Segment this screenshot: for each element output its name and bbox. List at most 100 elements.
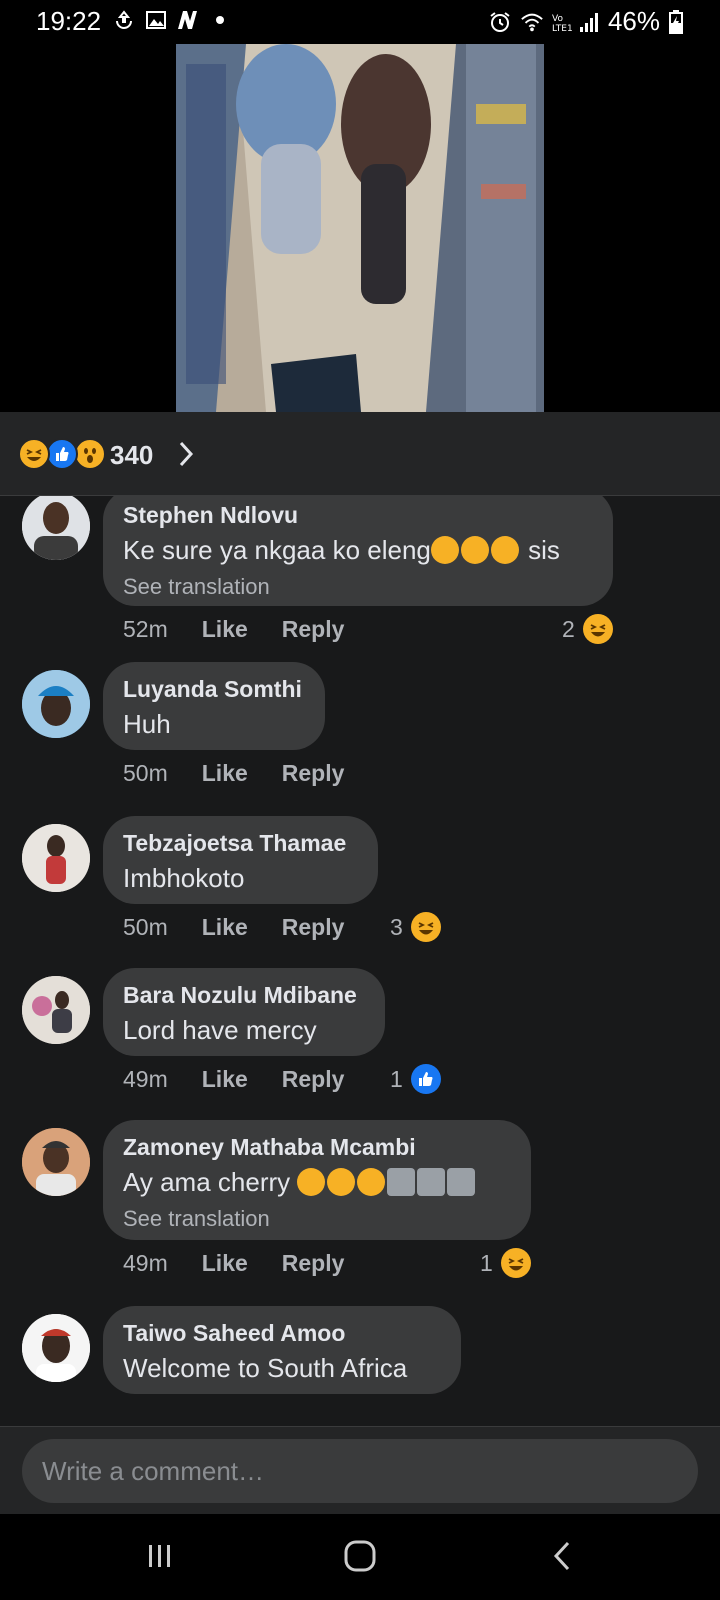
comment-time: 52m <box>123 616 168 642</box>
like-button[interactable]: Like <box>202 1066 248 1093</box>
commenter-name[interactable]: Stephen Ndlovu <box>123 502 593 529</box>
commenter-name[interactable]: Bara Nozulu Mdibane <box>123 982 365 1009</box>
sync-icon <box>112 8 136 32</box>
status-left-icons <box>112 8 232 32</box>
comment-text: Lord have mercy <box>123 1015 317 1045</box>
video-frame[interactable] <box>176 44 544 412</box>
avatar[interactable] <box>22 670 90 738</box>
comment-composer <box>0 1426 720 1514</box>
haha-reaction-icon <box>582 614 613 644</box>
comment-reactions[interactable]: 1 <box>480 1248 531 1278</box>
rofl-emoji-icon <box>297 1168 326 1196</box>
n-app-icon <box>176 8 200 32</box>
like-button[interactable]: Like <box>202 760 248 787</box>
see-translation-link[interactable]: See translation <box>123 574 593 600</box>
see-translation-link[interactable]: See translation <box>123 1206 511 1232</box>
reactions-bar[interactable]: 340 <box>0 412 720 496</box>
haha-reaction-icon <box>18 438 50 470</box>
comment-bubble[interactable]: Bara Nozulu Mdibane Lord have mercy <box>103 968 385 1056</box>
comments-list[interactable]: Stephen Ndlovu Ke sure ya nkgaa ko eleng… <box>0 496 720 1426</box>
tornado-emoji-icon <box>387 1168 416 1196</box>
reaction-count[interactable]: 340 <box>110 440 153 471</box>
comment-reaction-count: 2 <box>562 615 575 642</box>
reply-button[interactable]: Reply <box>282 1250 345 1277</box>
avatar[interactable] <box>22 976 90 1044</box>
comment-text: Ke sure ya nkgaa ko eleng sis <box>123 535 593 566</box>
comment-reactions[interactable]: 2 <box>562 614 613 644</box>
rofl-emoji-icon <box>460 536 489 564</box>
reply-button[interactable]: Reply <box>282 1066 345 1093</box>
tornado-emoji-icon <box>417 1168 446 1196</box>
rofl-emoji-icon <box>357 1168 386 1196</box>
comment-text-part: sis <box>520 535 560 565</box>
avatar[interactable] <box>22 1128 90 1196</box>
comment-reaction-count: 3 <box>390 913 403 940</box>
comment-text: Huh <box>123 709 171 739</box>
reply-button[interactable]: Reply <box>282 760 345 787</box>
comment-bubble[interactable]: Zamoney Mathaba Mcambi Ay ama cherry See… <box>103 1120 531 1240</box>
rofl-emoji-icon <box>490 536 519 564</box>
svg-text:LTE1: LTE1 <box>552 24 573 33</box>
comment-text: Imbhokoto <box>123 863 245 893</box>
comment-actions: 49m Like Reply <box>123 1066 344 1093</box>
comment-actions: 49m Like Reply <box>123 1250 344 1277</box>
comment-bubble[interactable]: Tebzajoetsa Thamae Imbhokoto <box>103 816 378 904</box>
back-icon[interactable] <box>532 1534 592 1578</box>
wow-reaction-icon <box>74 438 106 470</box>
avatar[interactable] <box>22 1314 90 1382</box>
commenter-name[interactable]: Luyanda Somthi <box>123 676 305 703</box>
haha-reaction-icon <box>410 912 441 942</box>
chevron-right-icon[interactable] <box>176 440 196 468</box>
home-icon[interactable] <box>330 1534 390 1578</box>
status-bar: 19:22 Vo LTE1 46% <box>0 0 720 44</box>
reaction-emoji-stack <box>18 438 108 470</box>
comment-reactions[interactable]: 3 <box>390 912 441 942</box>
video-player[interactable] <box>0 44 720 412</box>
gallery-icon <box>144 8 168 32</box>
svg-text:Vo: Vo <box>552 14 563 24</box>
comment-bubble[interactable]: Taiwo Saheed Amoo Welcome to South Afric… <box>103 1306 461 1394</box>
comment-input[interactable] <box>22 1439 698 1503</box>
reply-button[interactable]: Reply <box>282 616 345 643</box>
comment-bubble[interactable]: Stephen Ndlovu Ke sure ya nkgaa ko eleng… <box>103 496 613 606</box>
comment-reaction-count: 1 <box>390 1065 403 1092</box>
commenter-name[interactable]: Tebzajoetsa Thamae <box>123 830 358 857</box>
comment-bubble[interactable]: Luyanda Somthi Huh <box>103 662 325 750</box>
like-button[interactable]: Like <box>202 616 248 643</box>
status-right-icons: Vo LTE1 46% <box>488 6 684 37</box>
reply-button[interactable]: Reply <box>282 914 345 941</box>
wifi-icon <box>520 10 544 34</box>
avatar[interactable] <box>22 496 90 560</box>
commenter-name[interactable]: Taiwo Saheed Amoo <box>123 1320 441 1347</box>
like-reaction-icon <box>46 438 78 470</box>
haha-reaction-icon <box>500 1248 531 1278</box>
dot-icon <box>208 8 232 32</box>
comment-reactions[interactable]: 1 <box>390 1064 441 1094</box>
comment-text: Welcome to South Africa <box>123 1353 408 1383</box>
comment-actions: 52m Like Reply <box>123 616 344 643</box>
avatar[interactable] <box>22 824 90 892</box>
comment-text-part: Ay ama cherry <box>123 1167 298 1197</box>
tornado-emoji-icon <box>447 1168 476 1196</box>
comment-reaction-count: 1 <box>480 1249 493 1276</box>
comment-text: Ay ama cherry <box>123 1167 511 1198</box>
volte-signal-icon: Vo LTE1 <box>552 10 600 34</box>
system-nav-bar <box>0 1514 720 1600</box>
commenter-name[interactable]: Zamoney Mathaba Mcambi <box>123 1134 511 1161</box>
comment-time: 50m <box>123 914 168 940</box>
comment-time: 49m <box>123 1250 168 1276</box>
rofl-emoji-icon <box>327 1168 356 1196</box>
comment-time: 50m <box>123 760 168 786</box>
comment-actions: 50m Like Reply <box>123 760 344 787</box>
rofl-emoji-icon <box>430 536 459 564</box>
status-time: 19:22 <box>36 6 102 36</box>
recent-apps-icon[interactable] <box>130 1534 190 1578</box>
comment-actions: 50m Like Reply <box>123 914 344 941</box>
comment-text-part: Ke sure ya nkgaa ko eleng <box>123 535 431 565</box>
like-button[interactable]: Like <box>202 914 248 941</box>
like-button[interactable]: Like <box>202 1250 248 1277</box>
alarm-icon <box>488 10 512 34</box>
battery-percent: 46% <box>607 6 660 36</box>
comment-time: 49m <box>123 1066 168 1092</box>
battery-charging-icon <box>668 9 684 34</box>
